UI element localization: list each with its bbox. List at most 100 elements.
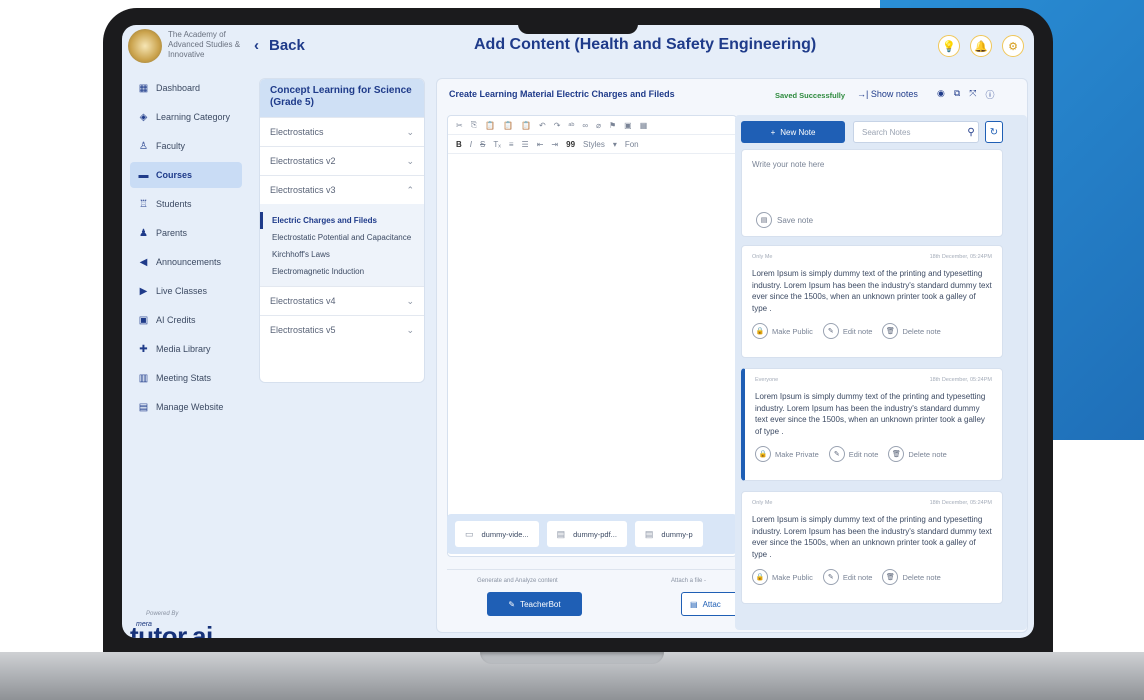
redo-icon[interactable]: ↷	[554, 121, 561, 130]
numbered-list-icon[interactable]: ≡	[509, 140, 514, 149]
bullet-list-icon[interactable]: ☰	[522, 140, 529, 149]
bell-icon[interactable]: 🔔	[970, 35, 992, 57]
attachments-bar: ▭ dummy-vide... ▤ dummy-pdf... ▤ dummy-p	[447, 514, 737, 554]
attachment-pdf-2[interactable]: ▤ dummy-p	[634, 521, 703, 547]
image-icon[interactable]: ▣	[624, 121, 632, 130]
section-row[interactable]: Electrostatics v4 ⌄	[260, 286, 424, 315]
eye-icon[interactable]: ◉	[937, 88, 945, 101]
paste-icon[interactable]: 📋	[485, 121, 495, 130]
edit-note-button[interactable]: ✎ Edit note	[822, 323, 873, 339]
table-icon[interactable]: ▦	[640, 121, 648, 130]
cut-icon[interactable]: ✂	[456, 121, 463, 130]
sidebar-item[interactable]: ▤ Manage Website	[130, 394, 242, 420]
sidebar-item-label: Live Classes	[156, 286, 208, 296]
save-note-label: Save note	[777, 215, 814, 225]
sidebar-item[interactable]: ▥ Meeting Stats	[130, 365, 242, 391]
styles-dropdown[interactable]: Styles	[583, 140, 605, 149]
show-notes-button[interactable]: →| Show notes	[857, 89, 918, 99]
privacy-button[interactable]: 🔒 Make Public	[752, 569, 813, 585]
compose-placeholder: Write your note here	[752, 160, 825, 169]
new-note-button[interactable]: + New Note	[741, 121, 845, 143]
copy-icon[interactable]: ⧉	[954, 88, 960, 101]
settings-icon[interactable]: ⚙	[1002, 35, 1024, 57]
paste-text-icon[interactable]: 📋	[503, 121, 513, 130]
paste-word-icon[interactable]: 📋	[521, 121, 531, 130]
sidebar-item[interactable]: ▣ AI Credits	[130, 307, 242, 333]
privacy-label: Make Public	[772, 572, 813, 582]
note-text: Lorem Ipsum is simply dummy text of the …	[752, 269, 992, 313]
attachment-label: dummy-vide...	[481, 529, 529, 539]
save-note-button[interactable]: ▤ Save note	[756, 212, 813, 228]
privacy-label: Make Public	[772, 326, 813, 336]
strike-icon[interactable]: S	[480, 140, 485, 149]
link-icon[interactable]: ∞	[582, 121, 588, 130]
spellcheck-icon[interactable]: ᵃᵇ	[568, 121, 574, 130]
search-icon[interactable]: ⚲	[963, 121, 979, 143]
copy-icon[interactable]: ⎘	[471, 120, 477, 130]
attach-button-label: Attac	[702, 599, 721, 609]
lock-icon: 🔒	[755, 446, 771, 462]
note-date: 18th December, 05:24PM	[929, 254, 992, 260]
sidebar: ▦ Dashboard ◈ Learning Category ♙ Faculty ▬ Cou…	[122, 69, 246, 638]
privacy-button[interactable]: 🔒 Make Public	[752, 323, 813, 339]
sidebar-item[interactable]: ◈ Learning Category	[130, 104, 242, 130]
topic-item[interactable]: Kirchhoff's Laws	[260, 246, 424, 263]
back-button[interactable]: ‹ Back	[254, 37, 305, 54]
teacherbot-button[interactable]: ✎ TeacherBot	[487, 592, 582, 616]
flag-icon[interactable]: ⚑	[609, 121, 616, 130]
italic-icon[interactable]: I	[470, 140, 472, 149]
sidebar-item[interactable]: ✚ Media Library	[130, 336, 242, 362]
edit-note-button[interactable]: ✎ Edit note	[828, 446, 878, 462]
edit-note-button[interactable]: ✎ Edit note	[822, 569, 872, 585]
sidebar-item[interactable]: ▦ Dashboard	[130, 75, 242, 101]
sidebar-item[interactable]: ♟ Parents	[130, 220, 242, 246]
section-row[interactable]: Electrostatics ⌄	[260, 117, 424, 146]
topic-item[interactable]: Electromagnetic Induction	[260, 263, 424, 280]
bold-icon[interactable]: B	[456, 140, 462, 149]
clear-format-icon[interactable]: Tₓ	[493, 140, 501, 149]
outdent-icon[interactable]: ⇤	[537, 140, 544, 149]
undo-icon[interactable]: ↶	[539, 121, 546, 130]
generate-label: Generate and Analyze content	[477, 578, 558, 584]
privacy-button[interactable]: 🔒 Make Private	[755, 446, 819, 462]
person-icon: ♙	[139, 140, 148, 152]
attachment-pdf[interactable]: ▤ dummy-pdf...	[546, 521, 627, 547]
sidebar-item[interactable]: ◀ Announcements	[130, 249, 242, 275]
show-notes-label: Show notes	[870, 89, 918, 99]
note-meta: Everyone 18th December, 05:24PM	[755, 377, 992, 383]
sidebar-item[interactable]: ♙ Faculty	[130, 133, 242, 159]
credits-icon: ▣	[138, 314, 149, 326]
topic-item[interactable]: Electrostatic Potential and Capacitance	[260, 229, 424, 246]
expand-icon[interactable]: ⤧	[969, 88, 976, 101]
attachment-label: dummy-pdf...	[573, 529, 617, 539]
sidebar-item-label: Announcements	[156, 257, 222, 267]
refresh-icon[interactable]: ↻	[985, 121, 1003, 143]
topic-item-selected[interactable]: Electric Charges and Fileds	[260, 212, 424, 229]
section-row-expanded[interactable]: Electrostatics v3 ⌃	[260, 175, 424, 204]
delete-note-button[interactable]: 🗑 Delete note	[882, 569, 941, 585]
attach-button[interactable]: ▤ Attac	[681, 592, 741, 616]
delete-note-label: Delete note	[902, 326, 941, 336]
indent-icon[interactable]: ⇥	[551, 140, 558, 149]
search-notes-input[interactable]: Search Notes	[853, 121, 979, 143]
sidebar-item[interactable]: ♖ Students	[130, 191, 242, 217]
section-row[interactable]: Electrostatics v2 ⌄	[260, 146, 424, 175]
plus-icon: +	[770, 127, 776, 137]
note-compose-box[interactable]: Write your note here ▤ Save note	[741, 149, 1003, 237]
rich-text-editor[interactable]: ✂ ⎘ 📋 📋 📋 ↶ ↷ ᵃᵇ ∞ ⌀ ⚑ ▣ ▦ B I S Tₓ ≡ ☰ …	[447, 115, 737, 557]
section-row[interactable]: Electrostatics v5 ⌄	[260, 315, 424, 344]
delete-note-button[interactable]: 🗑 Delete note	[888, 446, 947, 462]
note-date: 18th December, 05:24PM	[929, 377, 992, 383]
info-icon[interactable]: ⓘ	[986, 88, 995, 101]
quote-icon[interactable]: 99	[566, 140, 575, 149]
unlink-icon[interactable]: ⌀	[596, 121, 601, 130]
lightbulb-icon[interactable]: 💡	[938, 35, 960, 57]
edit-note-label: Edit note	[842, 326, 873, 336]
video-icon: ▭	[465, 528, 474, 539]
sidebar-item-label: Students	[156, 199, 192, 209]
delete-note-button[interactable]: 🗑 Delete note	[882, 323, 941, 339]
attachment-video[interactable]: ▭ dummy-vide...	[455, 521, 539, 547]
sidebar-item[interactable]: ▶ Live Classes	[130, 278, 242, 304]
font-dropdown[interactable]: Fon	[625, 140, 639, 149]
sidebar-item[interactable]: ▬ Courses	[130, 162, 242, 188]
